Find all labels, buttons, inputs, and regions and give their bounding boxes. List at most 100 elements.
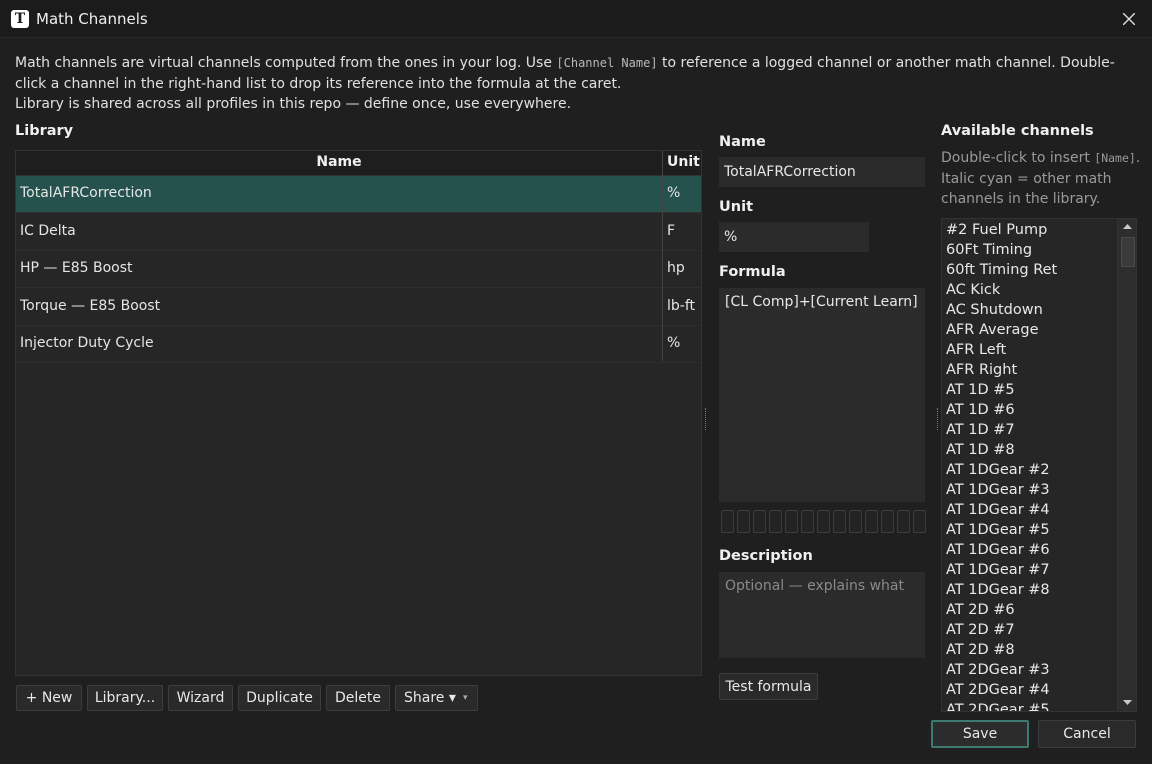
column-header-unit[interactable]: Unit [667, 154, 700, 170]
list-item[interactable]: AFR Average [946, 320, 1039, 340]
table-row[interactable]: TotalAFRCorrection% [16, 176, 701, 213]
row-name: HP — E85 Boost [20, 260, 133, 276]
table-row[interactable]: HP — E85 Boost hp [16, 251, 701, 288]
list-item[interactable]: AT 2DGear #4 [946, 680, 1050, 700]
char-indicator [897, 510, 910, 533]
char-indicator [769, 510, 782, 533]
unit-label: Unit [719, 199, 753, 215]
table-row[interactable]: Torque — E85 Boost lb-ft [16, 289, 701, 326]
library-label: Library [15, 123, 74, 139]
list-item[interactable]: 60ft Timing Ret [946, 260, 1057, 280]
name-label: Name [719, 134, 766, 150]
list-item[interactable]: AT 1DGear #7 [946, 560, 1050, 580]
library-table: Name Unit TotalAFRCorrection% IC Delta F HP… [15, 150, 702, 676]
list-item[interactable]: AT 1DGear #8 [946, 580, 1050, 600]
list-item[interactable]: AT 1D #7 [946, 420, 1015, 440]
scroll-up-icon[interactable] [1121, 220, 1134, 233]
list-item[interactable]: AT 1DGear #2 [946, 460, 1050, 480]
channels-list[interactable]: #2 Fuel Pump 60Ft Timing 60ft Timing Ret AC… [941, 218, 1137, 712]
list-item[interactable]: AFR Left [946, 340, 1006, 360]
char-indicator [721, 510, 734, 533]
formula-editor[interactable]: [CL Comp]+[Current Learn] [719, 288, 925, 502]
intro-code: [Channel Name] [556, 56, 658, 70]
share-button[interactable]: Share ▾ ▾ [395, 685, 478, 711]
description-label: Description [719, 548, 813, 564]
char-indicator [881, 510, 894, 533]
channels-hint: Double-click to insert [Name]. Italic cy… [941, 148, 1141, 210]
name-field[interactable] [719, 157, 925, 187]
channels-scrollbar[interactable] [1117, 219, 1136, 711]
table-header: Name Unit [16, 151, 701, 176]
char-indicator [833, 510, 846, 533]
formula-char-indicators [719, 510, 929, 534]
list-item[interactable]: #2 Fuel Pump [946, 220, 1047, 240]
description-field[interactable]: Optional — explains what [719, 572, 925, 658]
scrollbar-thumb[interactable] [1121, 237, 1135, 267]
splitter-handle-right[interactable] [936, 408, 939, 430]
list-item[interactable]: AT 2D #6 [946, 600, 1015, 620]
description-placeholder: Optional — explains what [725, 578, 904, 594]
wizard-button[interactable]: Wizard [168, 685, 233, 711]
hint-a: Double-click to insert [941, 150, 1095, 166]
list-item[interactable]: AC Kick [946, 280, 1000, 300]
list-item[interactable]: AT 2D #8 [946, 640, 1015, 660]
row-name: Injector Duty Cycle [20, 335, 154, 351]
char-indicator [785, 510, 798, 533]
unit-field[interactable] [719, 222, 869, 252]
list-item[interactable]: AT 2DGear #5 [946, 700, 1050, 711]
intro-line2: Library is shared across all profiles in… [15, 96, 572, 112]
duplicate-button[interactable]: Duplicate [238, 685, 321, 711]
window-title: Math Channels [36, 10, 148, 28]
intro-line1-a: Math channels are virtual channels compu… [15, 55, 557, 71]
char-indicator [817, 510, 830, 533]
intro-text: Math channels are virtual channels compu… [15, 53, 1140, 115]
list-item[interactable]: AT 1DGear #6 [946, 540, 1050, 560]
formula-label: Formula [719, 264, 786, 280]
row-name: TotalAFRCorrection [20, 185, 152, 201]
char-indicator [849, 510, 862, 533]
list-item[interactable]: AT 2D #7 [946, 620, 1015, 640]
list-item[interactable]: AC Shutdown [946, 300, 1043, 320]
list-item[interactable]: AT 2DGear #3 [946, 660, 1050, 680]
row-unit: lb-ft [667, 297, 695, 314]
char-indicator [737, 510, 750, 533]
column-header-name[interactable]: Name [16, 154, 662, 170]
row-unit: % [667, 185, 681, 201]
hint-code: [Name] [1094, 151, 1136, 165]
scroll-down-icon[interactable] [1121, 696, 1134, 709]
list-item[interactable]: AFR Right [946, 360, 1017, 380]
row-unit: F [667, 222, 676, 239]
library-button[interactable]: Library... [87, 685, 163, 711]
share-label: Share ▾ [404, 690, 456, 706]
row-name: Torque — E85 Boost [20, 297, 161, 314]
save-button[interactable]: Save [931, 720, 1029, 748]
list-item[interactable]: AT 1D #8 [946, 440, 1015, 460]
char-indicator [801, 510, 814, 533]
list-item[interactable]: 60Ft Timing [946, 240, 1032, 260]
row-unit: % [667, 335, 681, 351]
close-icon [1123, 13, 1135, 25]
char-indicator [913, 510, 926, 533]
list-item[interactable]: AT 1DGear #5 [946, 520, 1050, 540]
char-indicator [753, 510, 766, 533]
test-formula-button[interactable]: Test formula [719, 673, 818, 700]
list-item[interactable]: AT 1D #5 [946, 380, 1015, 400]
splitter-handle-left[interactable] [704, 408, 707, 430]
column-divider [662, 151, 663, 361]
list-item[interactable]: AT 1D #6 [946, 400, 1015, 420]
row-name: IC Delta [20, 222, 76, 239]
close-button[interactable] [1112, 4, 1146, 34]
share-dropdown-icon: ▾ [463, 693, 468, 703]
cancel-button[interactable]: Cancel [1038, 720, 1136, 748]
delete-button[interactable]: Delete [326, 685, 390, 711]
title-bar: T Math Channels [0, 0, 1152, 38]
list-item[interactable]: AT 1DGear #4 [946, 500, 1050, 520]
list-item[interactable]: AT 1DGear #3 [946, 480, 1050, 500]
char-indicator [865, 510, 878, 533]
new-button[interactable]: + New [16, 685, 82, 711]
channels-label: Available channels [941, 123, 1094, 139]
table-row[interactable]: Injector Duty Cycle% [16, 326, 701, 363]
app-icon: T [11, 10, 29, 28]
table-row[interactable]: IC Delta F [16, 214, 701, 251]
row-unit: hp [667, 260, 685, 276]
